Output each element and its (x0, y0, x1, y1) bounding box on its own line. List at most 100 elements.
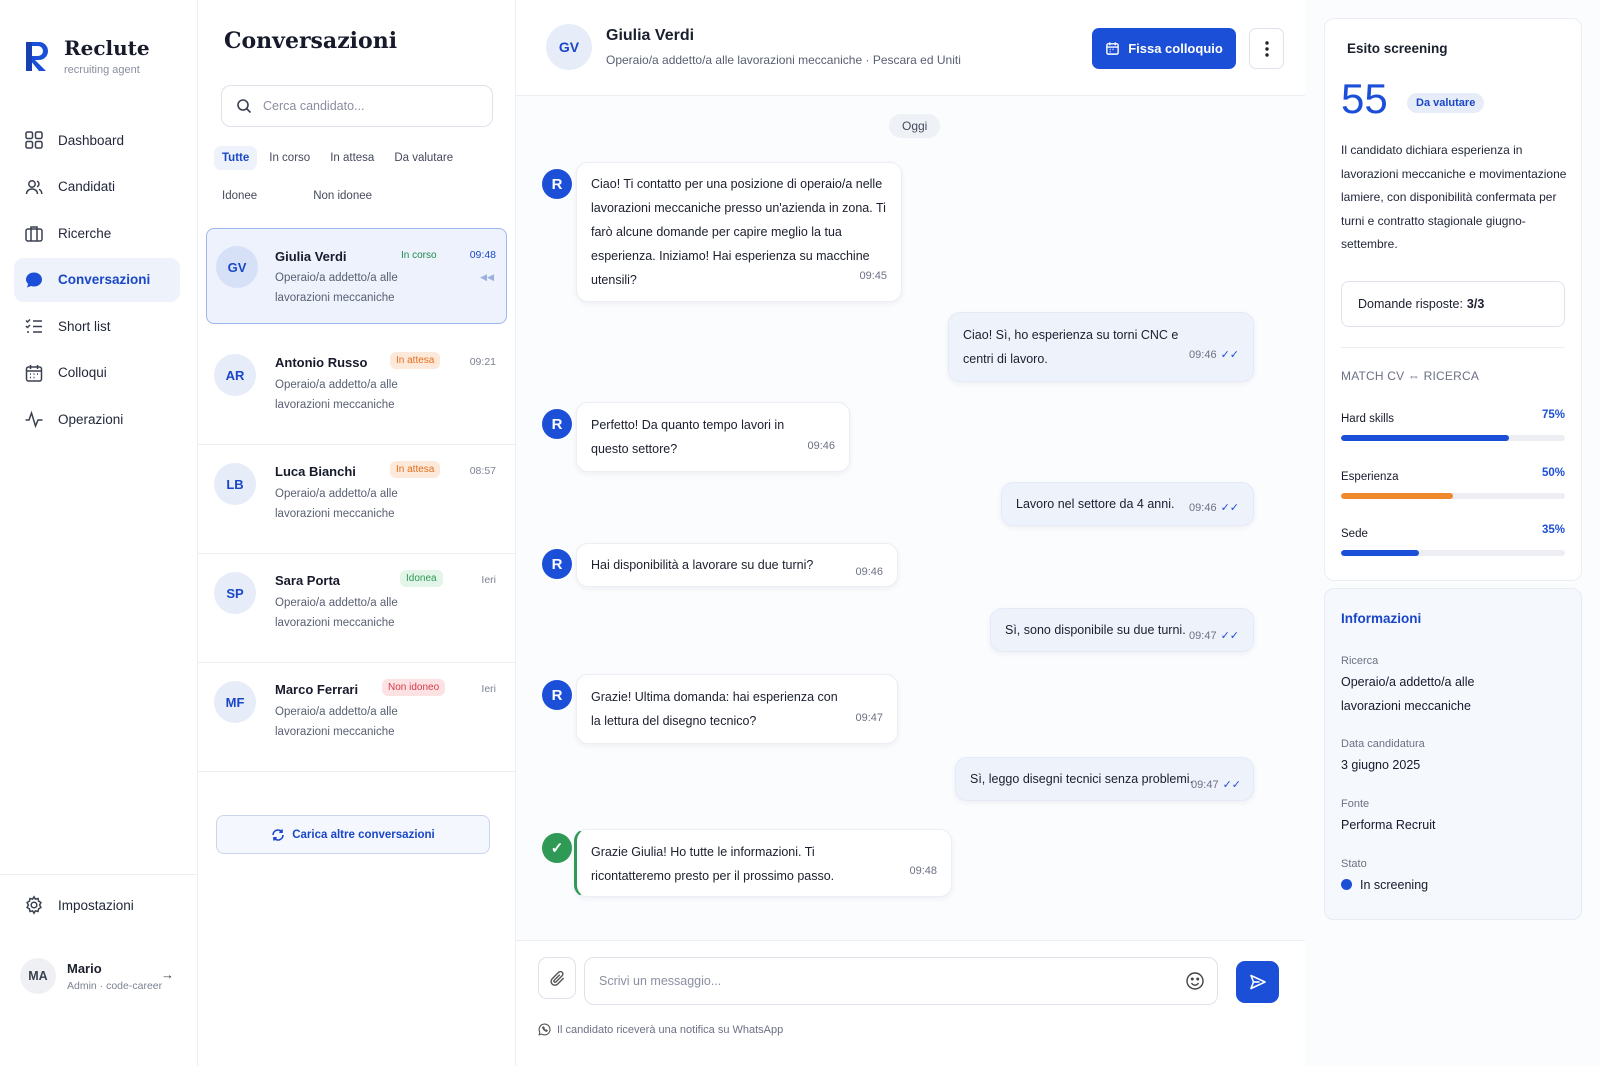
answered-label: Domande risposte: (1358, 297, 1463, 311)
double-check-icon: ✓✓ (1220, 349, 1239, 361)
status-badge: Da valutare (1407, 93, 1485, 113)
users-icon (25, 179, 43, 194)
schedule-interview-button[interactable]: Fissa colloquio (1092, 28, 1236, 69)
conversation-list-panel: Conversazioni Tutte In corso In attesa D… (198, 0, 516, 1066)
avatar: LB (214, 463, 256, 505)
activity-icon (25, 410, 43, 429)
candidate-message: Lavoro nel settore da 4 anni. 09:46 ✓✓ (1001, 482, 1254, 526)
bot-message: Grazie! Ultima domanda: hai esperienza c… (576, 674, 898, 744)
load-more-label: Carica altre conversazioni (292, 828, 435, 841)
nav-label: Conversazioni (58, 272, 151, 287)
avatar: SP (214, 572, 256, 614)
info-value: 3 giugno 2025 (1341, 758, 1421, 772)
progress-track (1341, 435, 1565, 441)
schedule-label: Fissa colloquio (1128, 41, 1223, 56)
logout-arrow-icon[interactable]: → (161, 967, 174, 982)
status-badge: Idonea (400, 570, 443, 587)
user-role: Admin · code-career (67, 979, 163, 992)
answered-value: 3/3 (1466, 297, 1485, 311)
send-button[interactable] (1236, 961, 1279, 1003)
status-badge: In corso (401, 250, 437, 261)
message-time: 09:47 ✓✓ (1189, 630, 1239, 642)
nav-item-dashboard[interactable]: Dashboard (14, 118, 180, 162)
bot-avatar: R (542, 169, 572, 199)
gear-icon (26, 895, 42, 915)
user-name: Mario (67, 960, 102, 976)
chat-icon (26, 272, 42, 287)
filter-non-idonee[interactable]: Non idonee (305, 184, 380, 208)
search-box[interactable] (221, 85, 493, 127)
progress-fill (1341, 435, 1509, 441)
candidate-name: Antonio Russo (275, 355, 368, 370)
attach-button[interactable] (538, 957, 576, 999)
message-text: Grazie! Ultima domanda: hai esperienza c… (591, 690, 838, 728)
candidate-name: Sara Porta (275, 573, 341, 588)
message-time: 09:48 (909, 865, 937, 877)
whatsapp-icon (538, 1023, 551, 1036)
candidate-role: Operaio/a addetto/a alle lavorazioni mec… (275, 488, 398, 520)
nav-item-operazioni[interactable]: Operazioni (14, 397, 180, 441)
status-text: In screening (1360, 878, 1429, 892)
conversation-time: Ieri (481, 683, 496, 695)
screening-card: Esito screening 55 Da valutare Il candid… (1324, 18, 1582, 581)
candidate-message: Sì, leggo disegni tecnici senza problemi… (955, 757, 1254, 801)
emoji-icon[interactable] (1185, 971, 1205, 991)
nav-item-ricerche[interactable]: Ricerche (14, 211, 180, 255)
user-profile[interactable]: MA Mario Admin · code-career → (20, 958, 180, 994)
nav-item-colloqui[interactable]: Colloqui (14, 351, 180, 395)
conversation-item[interactable]: SP Sara Porta Idonea Ieri Operaio/a adde… (198, 554, 516, 663)
status-badge: Non idoneo (382, 679, 446, 696)
avatar: GV (216, 246, 258, 288)
info-label: Fonte (1341, 798, 1370, 810)
nav-item-conversazioni[interactable]: Conversazioni (14, 257, 180, 302)
conversation-item[interactable]: AR Antonio Russo In attesa 09:21 Operaio… (198, 336, 516, 445)
nav-item-impostazioni[interactable]: Impostazioni (14, 884, 180, 926)
message-input[interactable] (599, 974, 1159, 988)
filter-tutte[interactable]: Tutte (214, 146, 258, 170)
reclute-logo-icon (26, 42, 48, 71)
brand[interactable]: Reclute recruiting agent (22, 36, 150, 76)
bot-message: Grazie Giulia! Ho tutte le informazioni.… (574, 829, 952, 897)
filter-da-valutare[interactable]: Da valutare (386, 146, 461, 170)
sidebar: Reclute recruiting agent Dashboard Candi… (0, 0, 198, 1066)
filter-in-attesa[interactable]: In attesa (322, 146, 382, 170)
filter-idonee[interactable]: Idonee (214, 184, 265, 208)
nav-label: Ricerche (58, 225, 112, 241)
check-circle-icon: ✓ (542, 833, 572, 863)
load-more-button[interactable]: Carica altre conversazioni (216, 815, 490, 854)
nav-item-short-list[interactable]: Short list (14, 304, 180, 348)
chat-header: GV Giulia Verdi Operaio/a addetto/a alle… (516, 0, 1305, 96)
conversation-list: GV Giulia Verdi In corso 09:48 Operaio/a… (198, 228, 516, 772)
double-check-icon: ✓✓ (1222, 779, 1241, 791)
send-icon (1249, 974, 1266, 990)
more-vertical-icon (1264, 40, 1269, 57)
chat-panel: GV Giulia Verdi Operaio/a addetto/a alle… (516, 0, 1305, 1066)
filter-in-corso[interactable]: In corso (261, 146, 318, 170)
match-percent: 50% (1541, 467, 1565, 479)
status-dot (1341, 879, 1352, 890)
message-time: 09:46 ✓✓ (1189, 502, 1239, 514)
match-percent: 75% (1541, 409, 1565, 421)
screening-score: 55 (1341, 75, 1388, 122)
info-title: Informazioni (1341, 611, 1422, 626)
progress-track (1341, 550, 1565, 556)
page-title: Conversazioni (224, 28, 398, 54)
message-text: Sì, sono disponibile su due turni. (1005, 623, 1186, 637)
conversation-item[interactable]: GV Giulia Verdi In corso 09:48 Operaio/a… (206, 228, 507, 324)
status-badge: In attesa (390, 352, 441, 369)
paperclip-icon (549, 970, 564, 986)
info-card: Informazioni Ricerca Operaio/a addetto/a… (1324, 588, 1582, 920)
message-time: 09:47 (855, 712, 883, 724)
whatsapp-note-text: Il candidato riceverà una notifica su Wh… (557, 1023, 784, 1036)
more-options-button[interactable] (1249, 28, 1284, 69)
candidate-subtitle: Operaio/a addetto/a alle lavorazioni mec… (606, 53, 961, 67)
conversation-item[interactable]: LB Luca Bianchi In attesa 08:57 Operaio/… (198, 445, 516, 554)
match-percent: 35% (1541, 524, 1565, 536)
nav-item-candidati[interactable]: Candidati (14, 165, 180, 209)
search-input[interactable] (263, 99, 463, 113)
message-text: Sì, leggo disegni tecnici senza problemi… (970, 772, 1194, 786)
brand-name: Reclute (64, 36, 150, 60)
conversation-item[interactable]: MF Marco Ferrari Non idoneo Ieri Operaio… (198, 663, 516, 772)
message-text: Perfetto! Da quanto tempo lavori in ques… (591, 418, 785, 456)
message-input-box[interactable] (584, 957, 1218, 1005)
